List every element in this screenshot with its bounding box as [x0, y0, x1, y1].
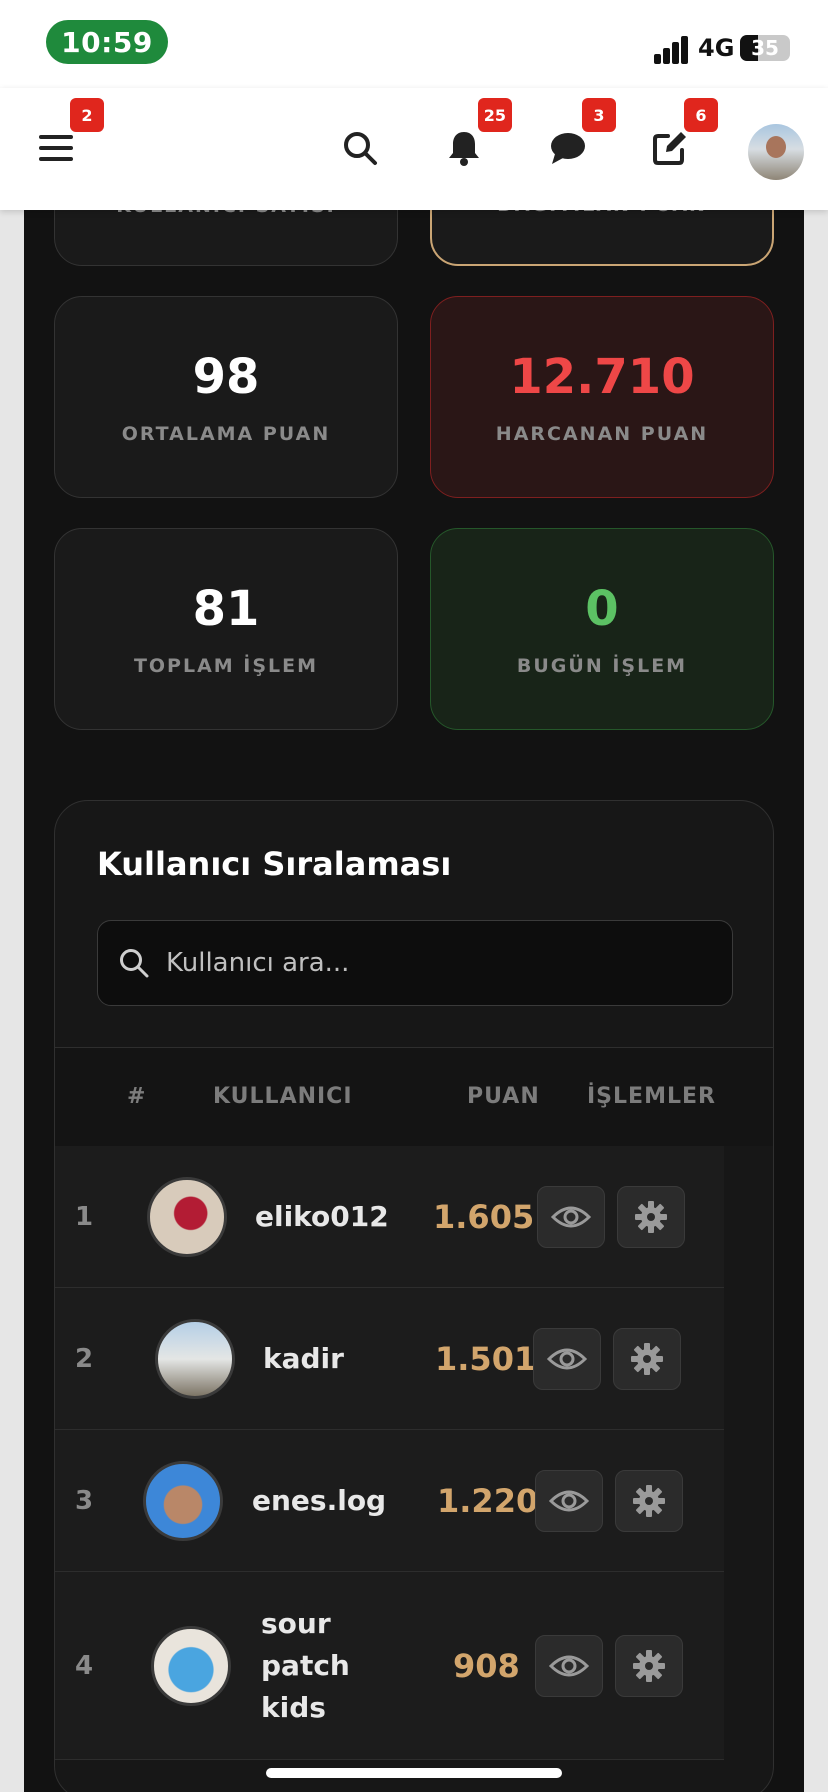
edit-badge: 6: [684, 98, 718, 132]
user-search-box: [97, 920, 733, 1006]
row-username[interactable]: enes.log: [252, 1480, 386, 1522]
search-button[interactable]: [330, 118, 390, 178]
user-search-input[interactable]: [166, 948, 732, 978]
settings-button[interactable]: [615, 1469, 683, 1532]
signal-icon: [654, 34, 690, 64]
table-row: 3 enes.log 1.220: [55, 1430, 724, 1572]
user-ranking-section: Kullanıcı Sıralaması # KULLANICI PUAN İŞ…: [54, 800, 774, 1792]
notifications-badge: 25: [477, 98, 512, 132]
profile-avatar[interactable]: [748, 124, 804, 180]
ranking-title: Kullanıcı Sıralaması: [97, 845, 452, 883]
row-rank: 3: [75, 1485, 94, 1516]
table-row: 1 eliko012 1.605: [55, 1146, 724, 1288]
gear-icon: [633, 1649, 665, 1682]
view-button[interactable]: [535, 1634, 603, 1697]
network-type: 4G: [698, 34, 735, 62]
gear-icon: [631, 1342, 663, 1375]
chat-icon: [551, 133, 585, 164]
battery-icon: 35: [740, 35, 790, 61]
column-rank: #: [127, 1084, 147, 1109]
stat-card-spent: 12.710 HARCANAN PUAN: [430, 296, 774, 498]
user-avatar[interactable]: [143, 1460, 223, 1541]
settings-button[interactable]: [617, 1185, 685, 1248]
edit-icon: [653, 132, 686, 165]
view-button[interactable]: [537, 1185, 605, 1248]
messages-button[interactable]: 3: [538, 98, 616, 178]
settings-button[interactable]: [615, 1634, 683, 1697]
side-margin-right: [804, 210, 828, 1792]
table-header: # KULLANICI PUAN İŞLEMLER: [55, 1048, 773, 1146]
battery-level: 35: [751, 36, 779, 60]
stat-value-average: 98: [192, 349, 260, 405]
table-row: 2 kadir 1.501: [55, 1288, 724, 1430]
view-button[interactable]: [535, 1469, 603, 1532]
status-bar: 10:59 4G 35: [0, 0, 828, 88]
view-button[interactable]: [533, 1327, 601, 1390]
stat-label-spent: HARCANAN PUAN: [495, 423, 709, 445]
home-indicator: [266, 1768, 562, 1778]
row-points: 1.220: [437, 1481, 539, 1520]
eye-icon: [549, 1655, 589, 1676]
column-points: PUAN: [467, 1084, 540, 1109]
eye-icon: [551, 1206, 591, 1227]
row-rank: 4: [75, 1650, 94, 1681]
gear-icon: [635, 1200, 667, 1233]
stat-card-total-transactions: 81 TOPLAM İŞLEM: [54, 528, 398, 730]
side-margin-left: [0, 210, 24, 1792]
user-avatar[interactable]: [147, 1176, 227, 1257]
eye-icon: [547, 1348, 587, 1369]
stat-value-total-transactions: 81: [192, 581, 260, 637]
column-actions: İŞLEMLER: [587, 1084, 716, 1109]
stat-value-today-transactions: 0: [585, 581, 619, 637]
settings-button[interactable]: [613, 1327, 681, 1390]
table-row: 4 sour patch kids 908: [55, 1572, 724, 1760]
row-username[interactable]: eliko012: [255, 1196, 389, 1238]
app-header: 2 25 3 6: [0, 88, 828, 210]
stat-label-total-transactions: TOPLAM İŞLEM: [133, 655, 319, 677]
row-rank: 2: [75, 1343, 94, 1374]
stat-label-today-transactions: BUGÜN İŞLEM: [516, 655, 688, 677]
stat-card-today-transactions: 0 BUGÜN İŞLEM: [430, 528, 774, 730]
row-points: 1.501: [435, 1339, 537, 1378]
search-icon: [120, 949, 149, 978]
messages-badge: 3: [582, 98, 616, 132]
user-avatar[interactable]: [151, 1625, 231, 1706]
row-username[interactable]: kadir: [263, 1338, 344, 1380]
status-time: 10:59: [46, 20, 168, 64]
column-user: KULLANICI: [213, 1084, 353, 1109]
user-avatar[interactable]: [155, 1318, 235, 1399]
gear-icon: [633, 1484, 665, 1517]
stat-value-spent: 12.710: [509, 349, 695, 405]
ranking-table-body: 1 eliko012 1.605 2 kadir 1.501 3 enes.lo…: [55, 1146, 773, 1760]
row-rank: 1: [75, 1201, 94, 1232]
notifications-button[interactable]: 25: [434, 98, 512, 178]
menu-badge: 2: [70, 98, 104, 132]
row-username[interactable]: sour patch kids: [261, 1603, 371, 1729]
row-points: 1.605: [433, 1197, 535, 1236]
bell-icon: [449, 132, 479, 166]
eye-icon: [549, 1490, 589, 1511]
hamburger-icon: [39, 135, 73, 161]
row-points: 908: [453, 1646, 520, 1685]
stat-label-average: ORTALAMA PUAN: [121, 423, 331, 445]
menu-button[interactable]: 2: [26, 98, 104, 178]
stat-card-average: 98 ORTALAMA PUAN: [54, 296, 398, 498]
search-icon: [344, 132, 377, 165]
edit-button[interactable]: 6: [640, 98, 718, 178]
